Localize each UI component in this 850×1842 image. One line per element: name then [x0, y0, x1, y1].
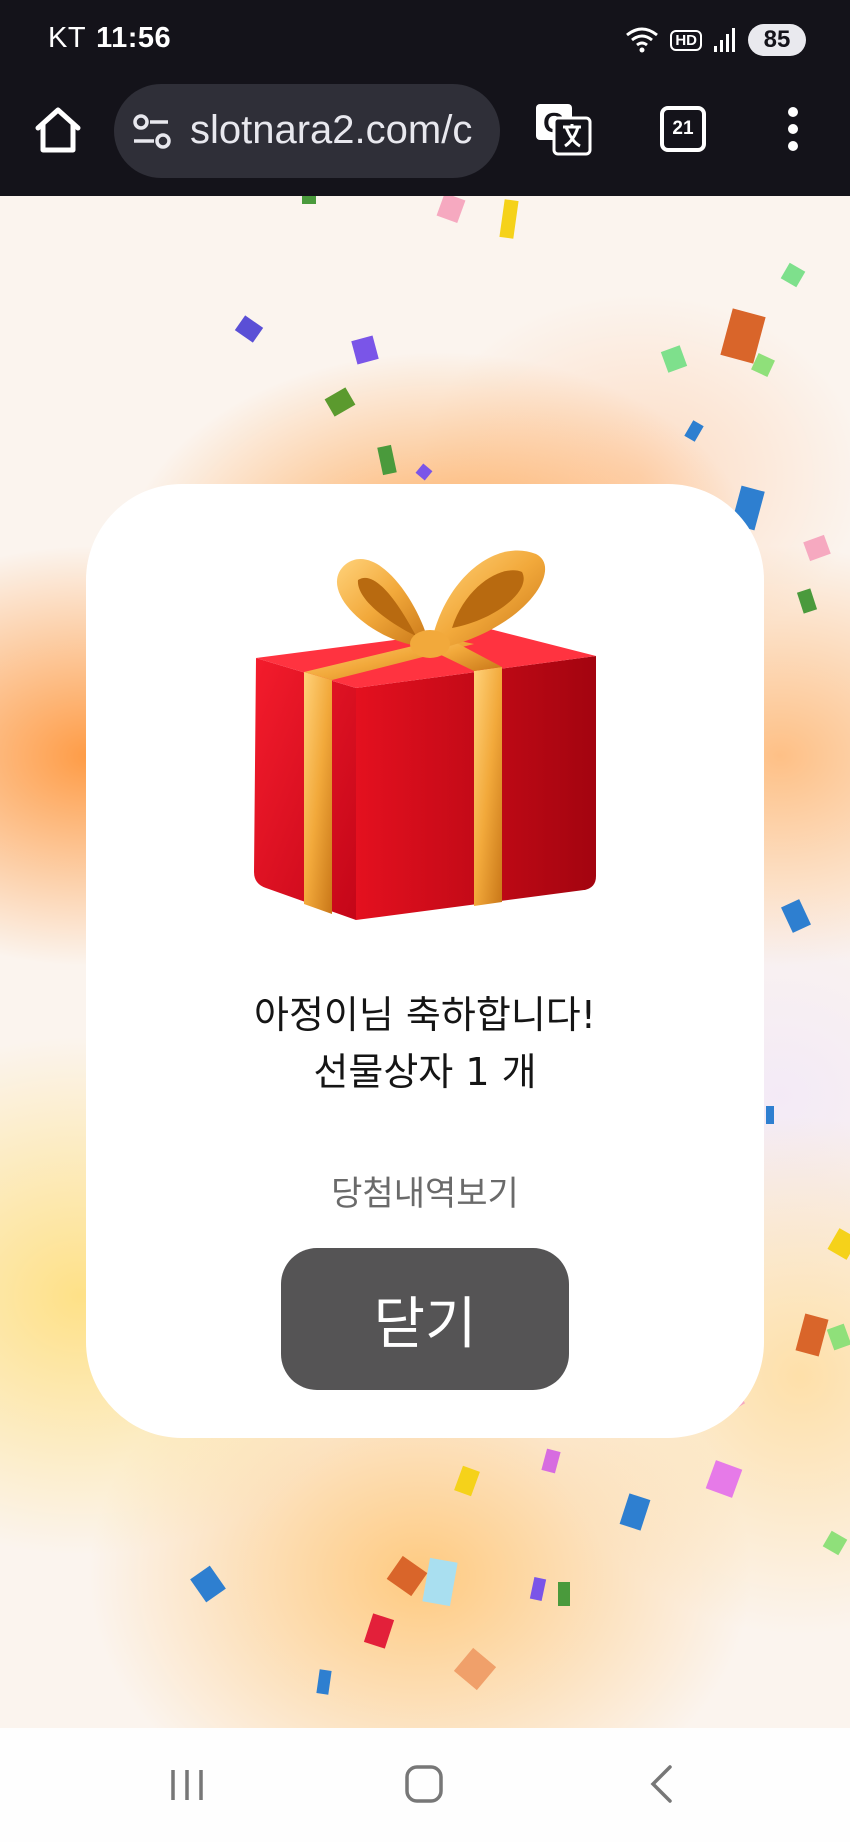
confetti-piece — [781, 899, 811, 933]
confetti-piece — [766, 1106, 774, 1124]
address-bar[interactable]: slotnara2.com/c — [114, 84, 500, 178]
carrier-time: KT 11:56 — [48, 22, 171, 55]
system-nav-bar — [0, 1728, 850, 1842]
confetti-piece — [541, 1448, 561, 1474]
confetti-piece — [386, 1555, 428, 1597]
clock: 11:56 — [96, 22, 172, 54]
confetti-piece — [377, 444, 397, 476]
home-icon[interactable] — [30, 102, 86, 158]
confetti-piece — [822, 1530, 848, 1556]
confetti-piece — [415, 463, 433, 481]
hd-badge: HD — [670, 29, 702, 51]
confetti-piece — [803, 534, 831, 562]
confetti-piece — [302, 196, 316, 204]
home-nav-icon[interactable] — [404, 1764, 444, 1804]
status-bar: KT 11:56 HD 85 — [0, 0, 850, 80]
browser-toolbar: slotnara2.com/c G 21 — [0, 80, 850, 196]
confetti-piece — [660, 345, 688, 373]
recent-apps-icon[interactable] — [168, 1766, 206, 1804]
confetti-piece — [453, 1647, 497, 1691]
reward-dialog: 아정이님 축하합니다! 선물상자 1 개 당첨내역보기 닫기 — [86, 484, 764, 1438]
url-text[interactable]: slotnara2.com/c — [190, 108, 472, 153]
confetti-piece — [190, 1565, 226, 1603]
back-icon[interactable] — [648, 1764, 674, 1804]
confetti-piece — [705, 1460, 743, 1498]
confetti-piece — [363, 1613, 395, 1649]
confetti-piece — [795, 1313, 829, 1357]
congrats-message: 아정이님 축하합니다! — [254, 993, 596, 1037]
confetti-piece — [529, 1576, 547, 1602]
confetti-piece — [796, 588, 818, 614]
close-button[interactable]: 닫기 — [281, 1248, 569, 1390]
confetti-piece — [234, 315, 264, 343]
confetti-piece — [684, 420, 704, 442]
confetti-piece — [826, 1323, 850, 1351]
view-history-link[interactable]: 당첨내역보기 — [86, 1166, 764, 1215]
confetti-piece — [422, 1557, 458, 1607]
confetti-piece — [454, 1465, 480, 1497]
confetti-piece — [499, 199, 519, 239]
confetti-piece — [436, 196, 466, 224]
site-settings-icon[interactable] — [130, 110, 174, 154]
gift-box-icon — [254, 550, 596, 920]
confetti-piece — [316, 1669, 332, 1695]
confetti-piece — [351, 335, 379, 365]
page-content: 아정이님 축하합니다! 선물상자 1 개 당첨내역보기 닫기 — [0, 196, 850, 1728]
confetti-piece — [827, 1228, 850, 1260]
signal-icon — [714, 28, 735, 52]
battery-indicator: 85 — [748, 24, 806, 56]
translate-icon[interactable]: G — [534, 100, 592, 158]
confetti-piece — [558, 1582, 570, 1606]
wifi-icon — [626, 27, 659, 53]
confetti-piece — [780, 262, 806, 288]
confetti-piece — [619, 1493, 651, 1531]
status-icons: HD 85 — [624, 22, 806, 58]
reward-amount: 선물상자 1 개 — [313, 1050, 537, 1094]
more-vert-icon[interactable] — [782, 104, 804, 154]
carrier-label: KT — [48, 22, 87, 54]
confetti-piece — [324, 387, 356, 417]
tabs-button[interactable]: 21 — [660, 106, 706, 152]
